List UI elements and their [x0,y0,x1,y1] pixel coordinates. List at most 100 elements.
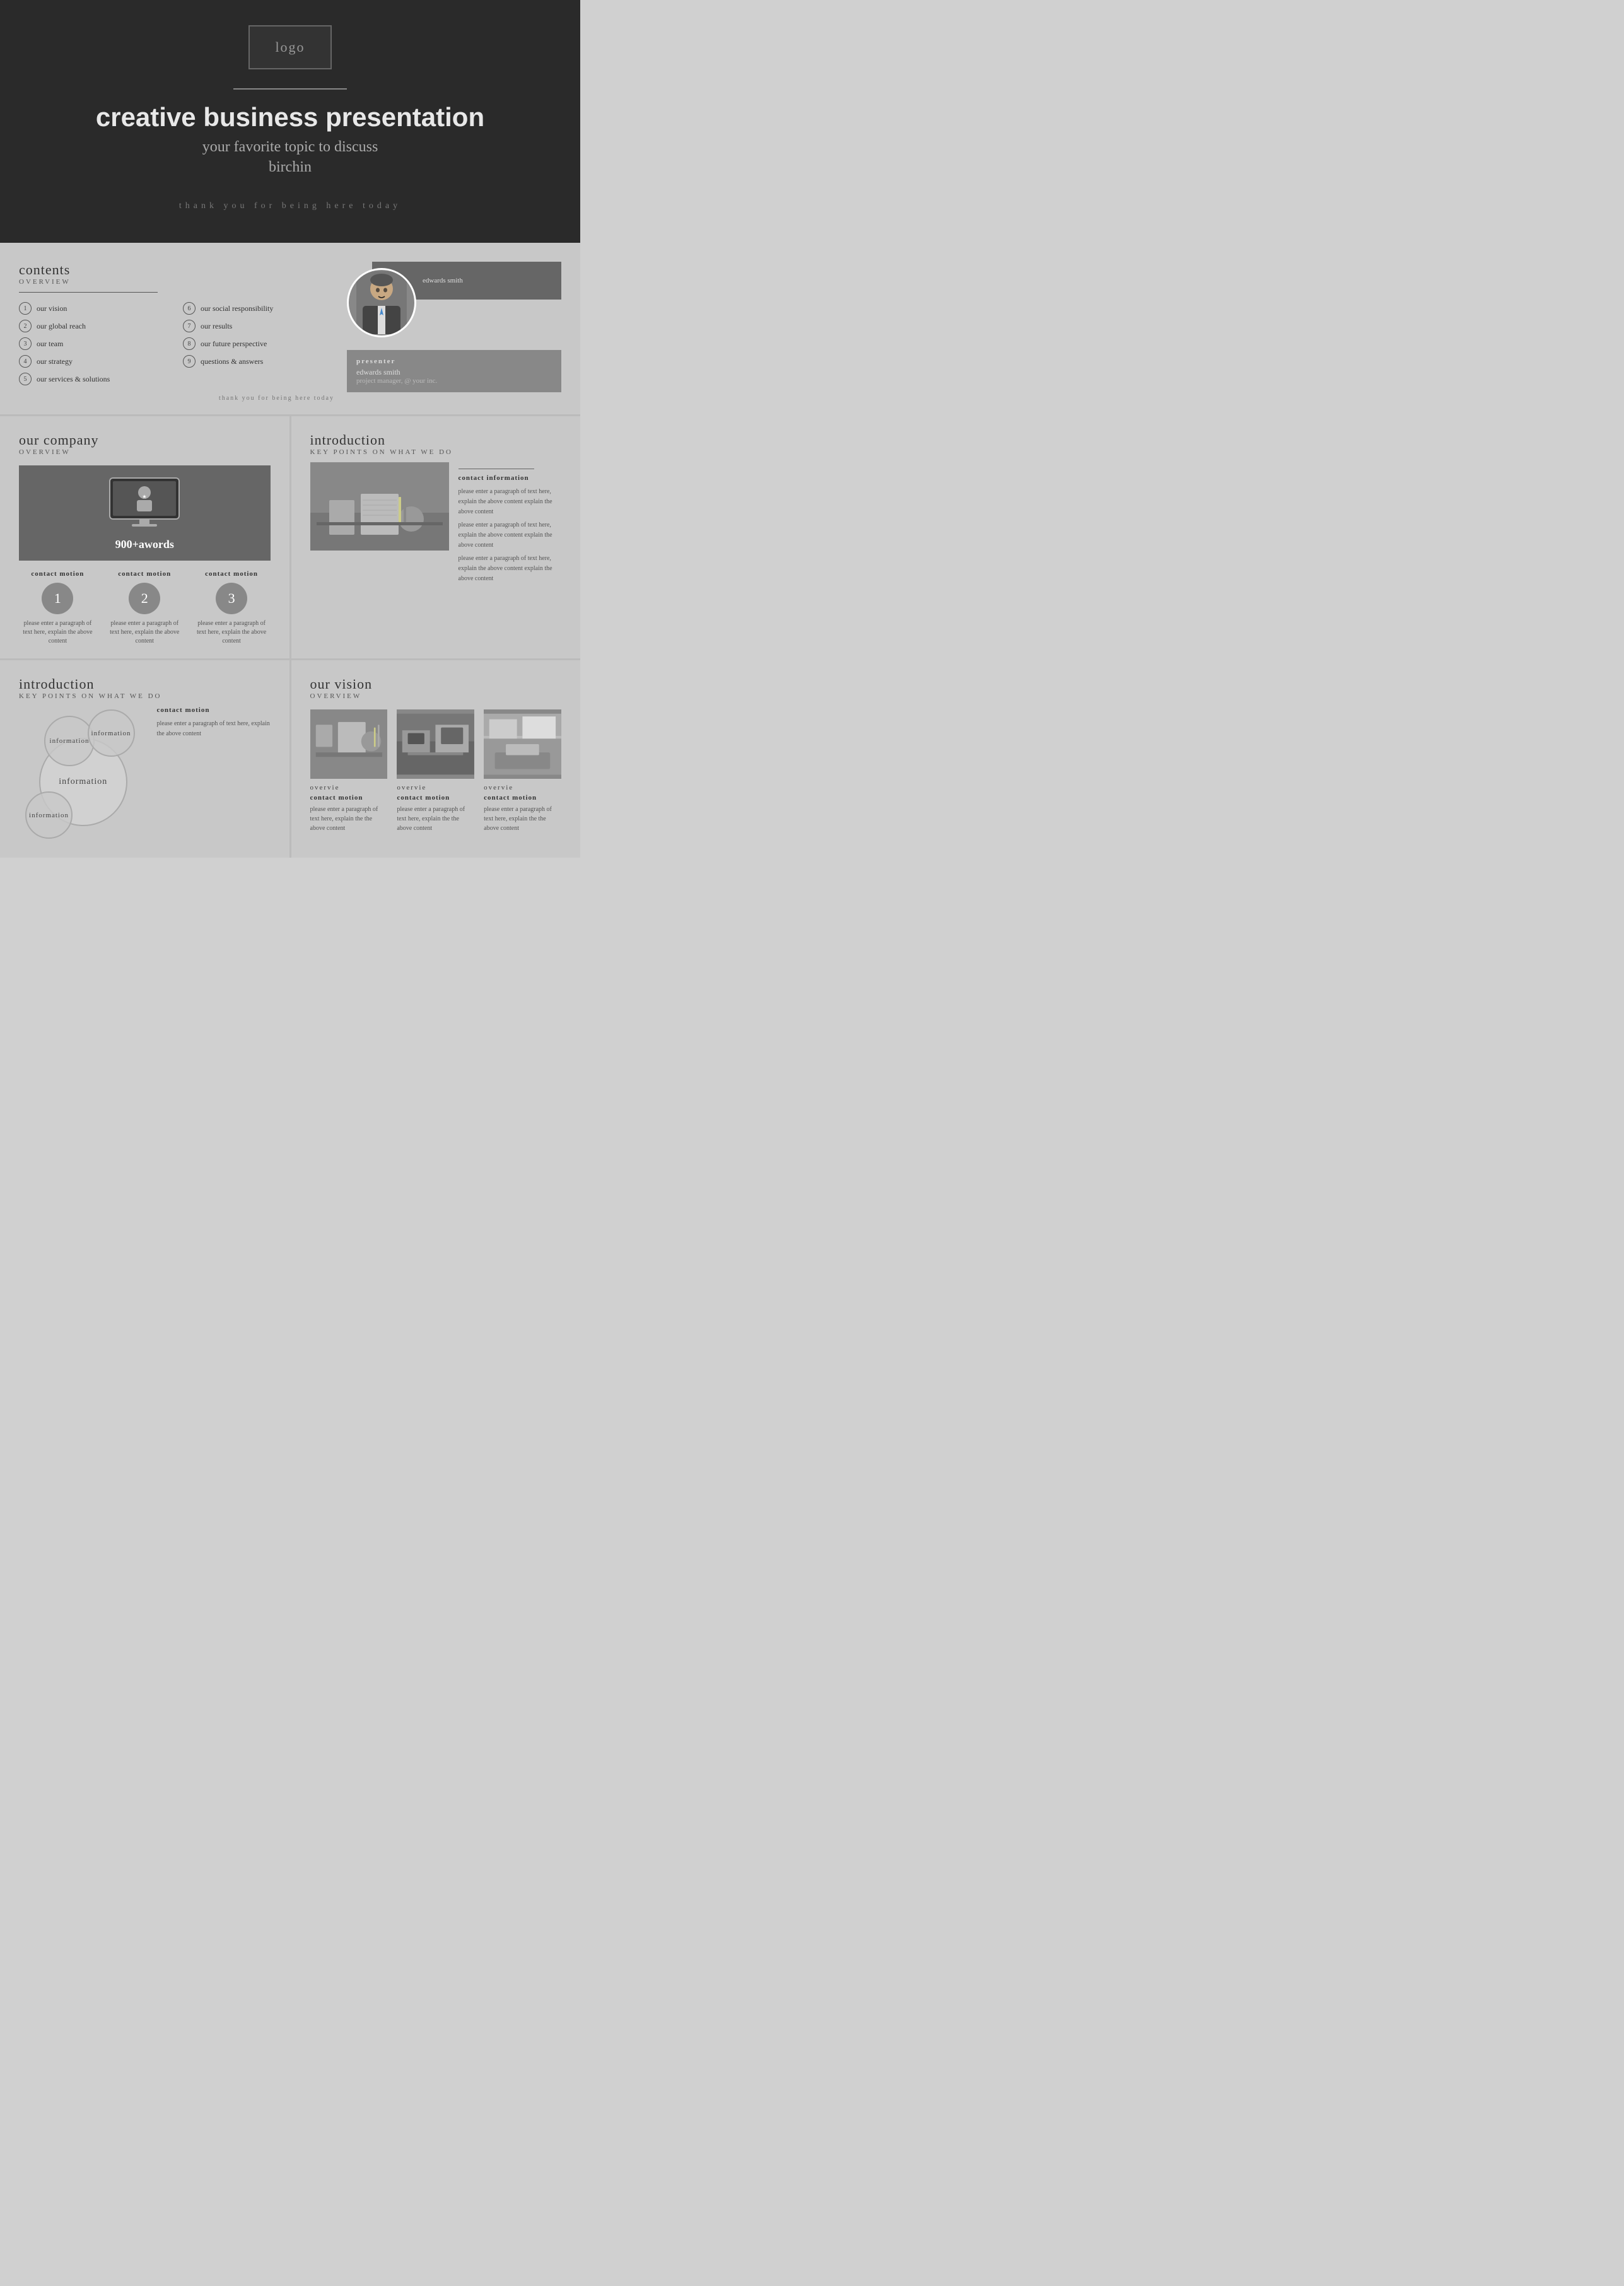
company-subheading: overview [19,448,271,456]
vision-card-title-1: contact motion [310,794,388,802]
vision-subheading: overview [310,692,562,700]
info-circle-2: information [88,709,135,757]
intro2-contact-desc: please enter a paragraph of text here, e… [157,719,271,739]
info-circle-1: information [44,716,95,766]
logo-box: logo [248,25,331,69]
contact-label-1: contact motion [19,570,96,578]
toc-label-5: our services & solutions [37,375,110,384]
vision-card-desc-3: please enter a paragraph of text here, e… [484,805,561,833]
hero-tagline: thank you for being here today [13,201,568,211]
toc-num-6: 6 [183,302,196,315]
contact-label-3: contact motion [193,570,271,578]
toc-label-7: our results [201,322,232,331]
contact-col-2: contact motion 2 please enter a paragrap… [106,570,184,646]
vision-overvie-3: overvie [484,784,561,791]
intro2-subheading: key points on what we do [19,692,271,700]
company-section: our company overview ★ [0,416,291,658]
presenter-section: edwards smith presenter edwards smith pr… [347,262,561,402]
toc-item-7: 7 our results [183,320,334,332]
contents-left: contents overview 1 our vision 6 our soc… [19,262,334,402]
toc-num-2: 2 [19,320,32,332]
toc-num-7: 7 [183,320,196,332]
vision-cards: overvie contact motion please enter a pa… [310,709,562,833]
toc-item-empty [183,373,334,385]
slide-contents: contents overview 1 our vision 6 our soc… [0,243,580,414]
toc-num-3: 3 [19,337,32,350]
contact-desc-3: please enter a paragraph of text here, e… [193,619,271,646]
intro1-para-2: please enter a paragraph of text here, e… [459,520,562,551]
intro2-contact-label: contact motion [157,706,271,714]
intro1-content: contact information please enter a parag… [310,462,562,587]
toc-item-3: 3 our team [19,337,170,350]
contact-label-2: contact motion [106,570,184,578]
toc-item-2: 2 our global reach [19,320,170,332]
contact-grid: contact motion 1 please enter a paragrap… [19,570,271,646]
contact-num-1: 1 [42,583,73,614]
presenter-full-name: edwards smith [356,368,552,377]
slide-hero: logo creative business presentation your… [0,0,580,243]
vision-overvie-2: overvie [397,784,474,791]
contact-desc-2: please enter a paragraph of text here, e… [106,619,184,646]
toc-grid: 1 our vision 6 our social responsibility… [19,302,334,385]
info-circle-1-label: information [50,737,90,745]
vision-card-1: overvie contact motion please enter a pa… [310,709,388,833]
toc-label-1: our vision [37,304,67,313]
contact-col-3: contact motion 3 please enter a paragrap… [193,570,271,646]
hero-divider [233,88,347,90]
intro1-section: introduction key points on what we do [291,416,581,658]
contact-num-3: 3 [216,583,247,614]
toc-num-8: 8 [183,337,196,350]
toc-item-4: 4 our strategy [19,355,170,368]
toc-item-1: 1 our vision [19,302,170,315]
vision-img-2 [397,709,474,779]
hero-title: creative business presentation [13,102,568,132]
intro-photo [310,462,449,551]
intro1-subheading: key points on what we do [310,448,562,456]
slide-row-4: introduction key points on what we do in… [0,660,580,858]
info-circle-center-label: information [59,777,107,787]
contents-heading: contents [19,262,334,278]
vision-img-1 [310,709,388,779]
toc-num-1: 1 [19,302,32,315]
logo-text: logo [275,39,305,55]
toc-item-6: 6 our social responsibility [183,302,334,315]
vision-heading: our vision [310,676,562,692]
vision-img-3 [484,709,561,779]
company-heading: our company [19,432,271,448]
toc-item-5: 5 our services & solutions [19,373,170,385]
vision-section: our vision overview [291,660,581,858]
award-text: 900+awords [107,538,182,551]
toc-divider [19,292,158,293]
hero-name: birchin [13,159,568,176]
svg-text:★: ★ [143,494,147,499]
toc-label-8: our future perspective [201,339,267,349]
toc-item-9: 9 questions & answers [183,355,334,368]
toc-label-4: our strategy [37,357,73,366]
intro2-content: information information information info… [19,706,271,845]
info-circle-3: information [25,791,73,839]
vision-card-2: overvie contact motion please enter a pa… [397,709,474,833]
vision-card-title-2: contact motion [397,794,474,802]
presenter-photo-area: edwards smith [347,262,561,350]
contents-subheading: overview [19,278,334,286]
presenter-info-box: presenter edwards smith project manager,… [347,350,561,392]
presenter-avatar [347,268,416,337]
intro1-heading: introduction [310,432,562,448]
toc-label-3: our team [37,339,63,349]
toc-num-5: 5 [19,373,32,385]
presenter-role: presenter [356,358,552,365]
toc-num-4: 4 [19,355,32,368]
intro2-text: contact motion please enter a paragraph … [157,706,271,845]
toc-item-8: 8 our future perspective [183,337,334,350]
intro2-heading: introduction [19,676,271,692]
intro1-para-1: please enter a paragraph of text here, e… [459,487,562,517]
info-circle-2-label: information [91,730,131,737]
intro1-para-3: please enter a paragraph of text here, e… [459,554,562,584]
presenter-title: project manager, @ your inc. [356,377,552,385]
hero-subtitle: your favorite topic to discuss [13,139,568,156]
toc-label-2: our global reach [37,322,86,331]
vision-card-3: overvie contact motion please enter a pa… [484,709,561,833]
vision-card-title-3: contact motion [484,794,561,802]
contact-info-label: contact information [459,474,562,482]
toc-label-9: questions & answers [201,357,263,366]
